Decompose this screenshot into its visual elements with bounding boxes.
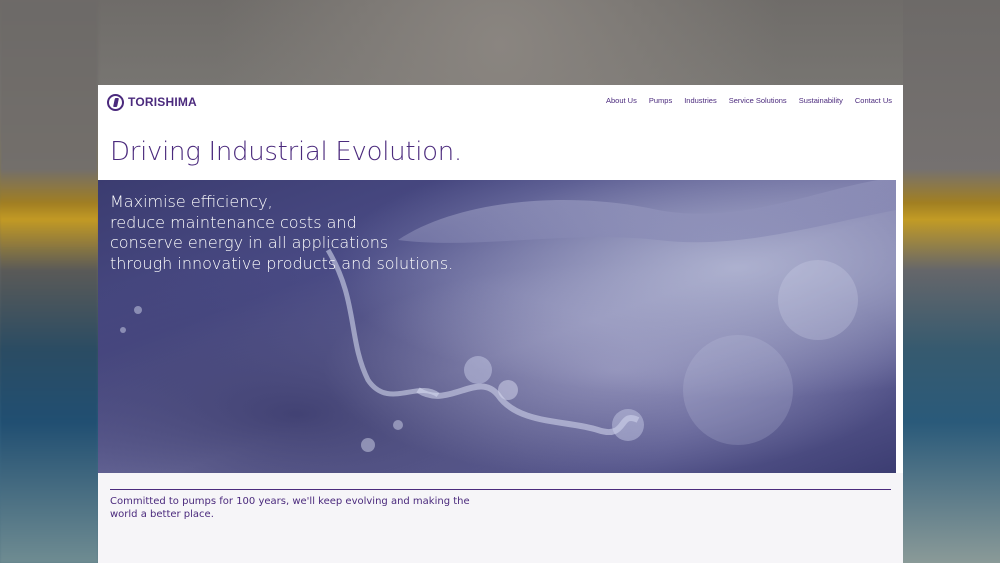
nav-about-us[interactable]: About Us (606, 96, 637, 105)
nav-contact-us[interactable]: Contact Us (855, 96, 892, 105)
torishima-logo[interactable]: TORISHIMA (107, 93, 197, 111)
hero-line: through innovative products and solution… (110, 253, 454, 273)
site-header: TORISHIMA About Us Pumps Industries Serv… (98, 85, 903, 119)
blurred-background-left (0, 0, 98, 563)
nav-sustainability[interactable]: Sustainability (799, 96, 843, 105)
nav-pumps[interactable]: Pumps (649, 96, 672, 105)
nav-service-solutions[interactable]: Service Solutions (729, 96, 787, 105)
intro-section: Committed to pumps for 100 years, we'll … (98, 473, 903, 563)
divider (110, 489, 891, 490)
hero-line: reduce maintenance costs and (110, 212, 357, 232)
main-nav: About Us Pumps Industries Service Soluti… (606, 96, 892, 105)
tagline: Committed to pumps for 100 years, we'll … (110, 496, 470, 520)
hero-text: Maximise efficiency, reduce maintenance … (110, 192, 453, 274)
website-frame: TORISHIMA About Us Pumps Industries Serv… (98, 85, 903, 563)
hero-line: Maximise efficiency, (110, 192, 273, 211)
page-headline: Driving Industrial Evolution. (110, 137, 462, 167)
hero-line: conserve energy in all applications (110, 233, 389, 252)
hero-banner: Maximise efficiency, reduce maintenance … (98, 180, 896, 473)
torishima-logo-icon (107, 93, 124, 111)
logo-text: TORISHIMA (128, 95, 197, 109)
nav-industries[interactable]: Industries (684, 96, 717, 105)
blurred-background-right (903, 0, 1000, 563)
